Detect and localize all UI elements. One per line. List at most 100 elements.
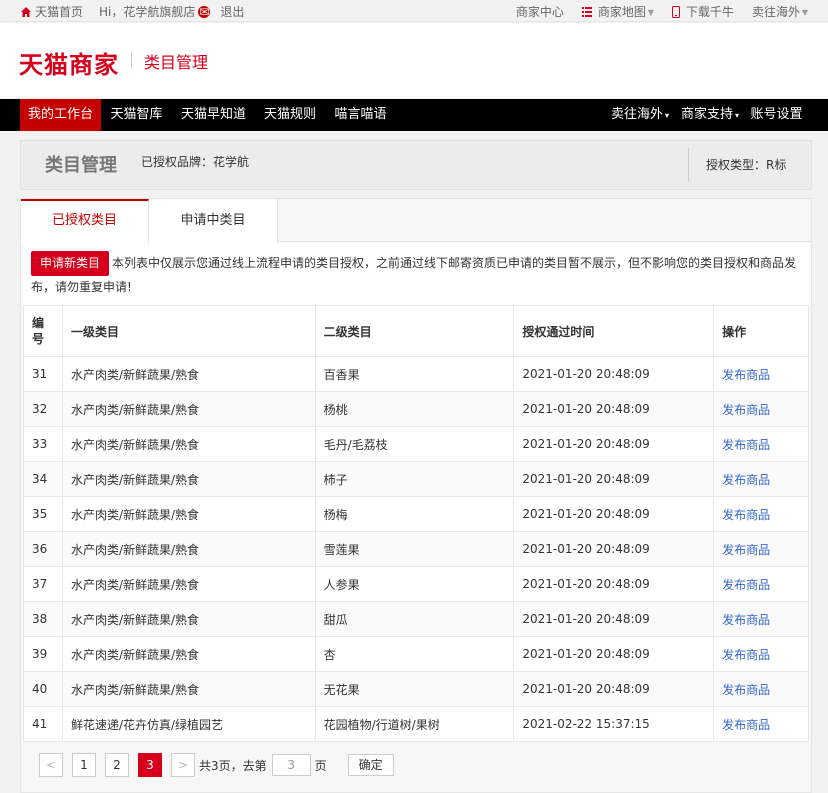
table-row: 39 水产肉类/新鲜蔬果/熟食杏 2021-01-20 20:48:09 发布商品 [23, 636, 809, 672]
tab-pending-categories[interactable]: 申请中类目 [149, 199, 278, 243]
row-level2: 毛丹/毛荔枝 [314, 426, 515, 462]
nav-merchant-support[interactable]: 商家支持 ▾ [675, 99, 745, 131]
row-level2: 柿子 [314, 461, 515, 497]
table-row: 37 水产肉类/新鲜蔬果/熟食 人参果 2021-01-20 20:48:09 发布商品 [23, 566, 809, 602]
nav-my-workbench[interactable]: 我的工作台 [20, 99, 101, 131]
row-level2: 百香果 [314, 356, 515, 392]
table-row: 38 水产肉类/新鲜蔬果/熟食 甜瓜 2021-01-20 20:48:09 发布商品 [23, 601, 809, 637]
sitemap-label: 商家地图 [597, 5, 646, 19]
nav-tmall-early-news[interactable]: 天猫早知道 [172, 99, 255, 131]
nav-merchant-support-label: 商家支持 [680, 107, 733, 122]
chevron-down-icon: ▾ [665, 111, 670, 120]
row-time: 2021-01-20 20:48:09 [513, 531, 715, 567]
tab-authorized-categories[interactable]: 已授权类目 [21, 199, 149, 243]
message-badge-icon[interactable]: ✉ [198, 5, 211, 18]
page-title: 类目管理 [45, 155, 117, 176]
row-number: 33 [23, 426, 63, 462]
table-row: 35 水产肉类/新鲜蔬果/熟食 杨梅 2021-01-20 20:48:09 发布商品 [23, 496, 809, 532]
row-level1: 水产肉类/新鲜蔬果/熟食 [61, 391, 316, 427]
row-number: 37 [23, 566, 63, 602]
row-level2: 花园植物/行道树/果树 [314, 706, 515, 742]
row-level1: 水产肉类/新鲜蔬果/熟食 [61, 671, 316, 707]
table-row: 40 水产肉类/新鲜蔬果/熟食 无花果 2021-01-20 20:48:09 发布商品 [23, 671, 809, 707]
row-number: 34 [23, 461, 63, 497]
category-table: 编号 一级类目 二级类目 授权通过时间 操作 31 水产肉类/新鲜蔬果/熟食 百香果… [23, 305, 809, 742]
row-number: 40 [23, 671, 63, 707]
row-time: 2021-01-20 20:48:09 [513, 566, 715, 602]
publish-product-link[interactable]: 发布商品 [722, 403, 770, 417]
row-level2: 杏 [314, 636, 515, 672]
row-time: 2021-01-20 20:48:09 [513, 636, 715, 672]
publish-product-link[interactable]: 发布商品 [722, 718, 770, 732]
row-time: 2021-02-22 15:37:15 [513, 706, 715, 742]
page-header-panel: 类目管理 已授权品牌：花学航 授权类型：R标 [20, 140, 812, 190]
row-level1: 水产肉类/新鲜蔬果/熟食 [61, 461, 316, 497]
apply-new-category-button[interactable]: 申请新类目 [31, 251, 110, 276]
publish-product-link[interactable]: 发布商品 [722, 578, 770, 592]
table-row: 36 水产肉类/新鲜蔬果/熟食 雪莲果 2021-01-20 20:48:09 发布商品 [23, 531, 809, 567]
publish-product-link[interactable]: 发布商品 [722, 473, 770, 487]
publish-product-link[interactable]: 发布商品 [722, 543, 770, 557]
download-label: 下载千牛 [685, 5, 734, 19]
page-jump-input[interactable]: 3 [271, 754, 311, 776]
merchant-center-link[interactable]: 商家中心 [516, 3, 564, 20]
nav-sell-overseas[interactable]: 卖往海外 ▾ [605, 99, 675, 131]
col-level1-category: 一级类目 [61, 305, 316, 357]
prev-page-button[interactable]: < [39, 753, 63, 777]
nav-tmall-think-tank[interactable]: 天猫智库 [101, 99, 172, 131]
row-level1: 水产肉类/新鲜蔬果/熟食 [61, 636, 316, 672]
greeting-text: Hi，花学航旗舰店 [99, 5, 196, 19]
list-icon [581, 6, 592, 17]
row-time: 2021-01-20 20:48:09 [513, 356, 715, 392]
page-2-button[interactable]: 2 [105, 753, 129, 777]
main-nav: 我的工作台 天猫智库 天猫早知道 天猫规则 喵言喵语 卖往海外 ▾ 商家支持 ▾ 账… [0, 99, 828, 131]
table-row: 32 水产肉类/新鲜蔬果/熟食 杨桃 2021-01-20 20:48:09 发布商品 [23, 391, 809, 427]
nav-account-settings[interactable]: 账号设置 [745, 99, 808, 131]
row-level1: 水产肉类/新鲜蔬果/熟食 [61, 356, 316, 392]
row-level1: 水产肉类/新鲜蔬果/熟食 [61, 426, 316, 462]
row-time: 2021-01-20 20:48:09 [513, 671, 715, 707]
publish-product-link[interactable]: 发布商品 [722, 508, 770, 522]
logout-link[interactable]: 退出 [220, 3, 244, 20]
site-header: 天猫商家 类目管理 [0, 23, 828, 98]
next-page-button[interactable]: > [171, 753, 195, 777]
pagination: < 1 2 3 > 共3页，去第 3 页 确定 [39, 753, 394, 777]
top-utility-bar: 天猫首页 Hi，花学航旗舰店 ✉ 退出 商家中心 商家地图 ▾ 下载千牛 卖往海外… [0, 0, 828, 22]
overseas-menu[interactable]: 卖往海外 ▾ [752, 3, 808, 20]
col-number: 编号 [23, 305, 63, 357]
publish-product-link[interactable]: 发布商品 [722, 438, 770, 452]
chevron-down-icon: ▾ [647, 4, 654, 19]
row-time: 2021-01-20 20:48:09 [513, 426, 715, 462]
row-number: 36 [23, 531, 63, 567]
nav-tmall-rules[interactable]: 天猫规则 [255, 99, 325, 131]
nav-miao-yan[interactable]: 喵言喵语 [325, 99, 396, 131]
panel-divider [688, 148, 689, 182]
tmall-merchant-logo[interactable]: 天猫商家 [19, 45, 119, 80]
row-number: 35 [23, 496, 63, 532]
page-3-button[interactable]: 3 [138, 753, 162, 777]
home-icon [21, 6, 31, 17]
row-time: 2021-01-20 20:48:09 [513, 391, 715, 427]
authorization-type: 授权类型：R标 [706, 158, 787, 172]
download-qianniu-link[interactable]: 下载千牛 [671, 3, 734, 20]
confirm-button[interactable]: 确定 [347, 754, 394, 776]
page-1-button[interactable]: 1 [72, 753, 96, 777]
row-level2: 人参果 [314, 566, 515, 602]
publish-product-link[interactable]: 发布商品 [722, 683, 770, 697]
authorized-brand: 已授权品牌：花学航 [141, 155, 250, 169]
row-level2: 无花果 [314, 671, 515, 707]
row-number: 38 [23, 601, 63, 637]
row-number: 39 [23, 636, 63, 672]
chevron-down-icon: ▾ [801, 4, 808, 19]
publish-product-link[interactable]: 发布商品 [722, 648, 770, 662]
total-pages-text: 共3页，去第 [199, 758, 267, 773]
publish-product-link[interactable]: 发布商品 [722, 613, 770, 627]
table-row: 33 水产肉类/新鲜蔬果/熟食 毛丹/毛荔枝 2021-01-20 20:48:09 发… [23, 426, 809, 462]
chevron-down-icon: ▾ [735, 111, 740, 120]
sitemap-menu[interactable]: 商家地图 ▾ [581, 3, 654, 20]
row-level2: 雪莲果 [314, 531, 515, 567]
content-box: 已授权类目 申请中类目 申请新类目 本列表中仅展示您通过线上流程申请的类目授权，之… [20, 198, 812, 793]
publish-product-link[interactable]: 发布商品 [722, 368, 770, 382]
row-level1: 水产肉类/新鲜蔬果/熟食 [61, 566, 316, 602]
home-link[interactable]: 天猫首页 [35, 3, 83, 20]
